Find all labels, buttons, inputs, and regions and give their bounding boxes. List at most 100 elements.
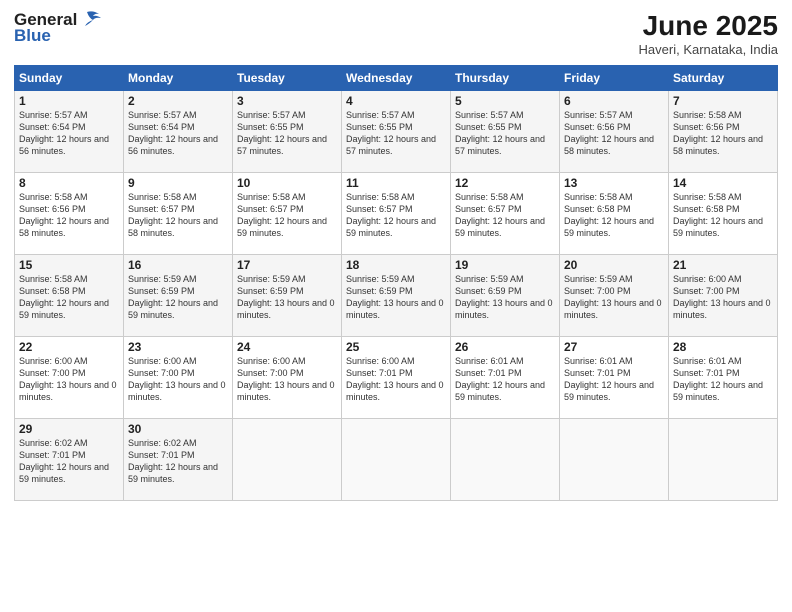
day-info: Sunrise: 5:58 AMSunset: 6:57 PMDaylight:… — [346, 191, 446, 240]
calendar-day-header: Wednesday — [342, 66, 451, 91]
day-info: Sunrise: 5:57 AMSunset: 6:55 PMDaylight:… — [455, 109, 555, 158]
calendar-day-cell: 4Sunrise: 5:57 AMSunset: 6:55 PMDaylight… — [342, 91, 451, 173]
calendar-day-cell: 20Sunrise: 5:59 AMSunset: 7:00 PMDayligh… — [560, 255, 669, 337]
calendar-day-cell: 29Sunrise: 6:02 AMSunset: 7:01 PMDayligh… — [15, 419, 124, 501]
day-info: Sunrise: 5:58 AMSunset: 6:58 PMDaylight:… — [19, 273, 119, 322]
calendar-day-header: Friday — [560, 66, 669, 91]
day-number: 4 — [346, 94, 446, 108]
day-info: Sunrise: 5:59 AMSunset: 6:59 PMDaylight:… — [455, 273, 555, 322]
calendar-day-cell — [451, 419, 560, 501]
calendar-day-cell: 2Sunrise: 5:57 AMSunset: 6:54 PMDaylight… — [124, 91, 233, 173]
calendar-day-cell: 8Sunrise: 5:58 AMSunset: 6:56 PMDaylight… — [15, 173, 124, 255]
day-number: 18 — [346, 258, 446, 272]
day-info: Sunrise: 5:59 AMSunset: 6:59 PMDaylight:… — [346, 273, 446, 322]
calendar-day-header: Thursday — [451, 66, 560, 91]
calendar-day-cell: 18Sunrise: 5:59 AMSunset: 6:59 PMDayligh… — [342, 255, 451, 337]
calendar-day-header: Saturday — [669, 66, 778, 91]
calendar-day-cell: 1Sunrise: 5:57 AMSunset: 6:54 PMDaylight… — [15, 91, 124, 173]
day-number: 26 — [455, 340, 555, 354]
calendar-day-cell: 10Sunrise: 5:58 AMSunset: 6:57 PMDayligh… — [233, 173, 342, 255]
day-info: Sunrise: 5:57 AMSunset: 6:56 PMDaylight:… — [564, 109, 664, 158]
day-number: 13 — [564, 176, 664, 190]
day-info: Sunrise: 6:02 AMSunset: 7:01 PMDaylight:… — [128, 437, 228, 486]
day-info: Sunrise: 6:00 AMSunset: 7:01 PMDaylight:… — [346, 355, 446, 404]
calendar-day-cell: 17Sunrise: 5:59 AMSunset: 6:59 PMDayligh… — [233, 255, 342, 337]
calendar-day-cell — [669, 419, 778, 501]
day-number: 14 — [673, 176, 773, 190]
day-number: 2 — [128, 94, 228, 108]
day-number: 16 — [128, 258, 228, 272]
day-number: 23 — [128, 340, 228, 354]
day-number: 24 — [237, 340, 337, 354]
calendar-day-cell: 26Sunrise: 6:01 AMSunset: 7:01 PMDayligh… — [451, 337, 560, 419]
calendar-day-cell: 9Sunrise: 5:58 AMSunset: 6:57 PMDaylight… — [124, 173, 233, 255]
day-number: 15 — [19, 258, 119, 272]
day-info: Sunrise: 5:58 AMSunset: 6:58 PMDaylight:… — [564, 191, 664, 240]
logo-blue-text: Blue — [14, 26, 51, 46]
day-info: Sunrise: 6:01 AMSunset: 7:01 PMDaylight:… — [455, 355, 555, 404]
calendar-day-header: Sunday — [15, 66, 124, 91]
day-number: 6 — [564, 94, 664, 108]
day-number: 8 — [19, 176, 119, 190]
location: Haveri, Karnataka, India — [639, 42, 778, 57]
day-number: 28 — [673, 340, 773, 354]
calendar-day-cell: 12Sunrise: 5:58 AMSunset: 6:57 PMDayligh… — [451, 173, 560, 255]
day-number: 17 — [237, 258, 337, 272]
calendar-day-cell: 16Sunrise: 5:59 AMSunset: 6:59 PMDayligh… — [124, 255, 233, 337]
day-info: Sunrise: 5:58 AMSunset: 6:57 PMDaylight:… — [128, 191, 228, 240]
calendar-table: SundayMondayTuesdayWednesdayThursdayFrid… — [14, 65, 778, 501]
calendar-day-cell: 22Sunrise: 6:00 AMSunset: 7:00 PMDayligh… — [15, 337, 124, 419]
calendar-week-row: 22 Sunrise: 6:00 AMSunset: 7:00 PMDayligh… — [15, 337, 778, 419]
day-number: 5 — [455, 94, 555, 108]
day-info: Sunrise: 6:01 AMSunset: 7:01 PMDaylight:… — [673, 355, 773, 404]
day-info: Sunrise: 5:59 AMSunset: 6:59 PMDaylight:… — [237, 273, 337, 322]
day-number: 3 — [237, 94, 337, 108]
day-info: Sunrise: 5:57 AMSunset: 6:55 PMDaylight:… — [346, 109, 446, 158]
day-info: Sunrise: 5:58 AMSunset: 6:58 PMDaylight:… — [673, 191, 773, 240]
calendar-day-cell — [560, 419, 669, 501]
day-info: Sunrise: 5:59 AMSunset: 6:59 PMDaylight:… — [128, 273, 228, 322]
day-info: Sunrise: 5:58 AMSunset: 6:57 PMDaylight:… — [237, 191, 337, 240]
month-year: June 2025 — [639, 10, 778, 42]
logo: General Blue — [14, 10, 101, 46]
day-info: Sunrise: 6:02 AMSunset: 7:01 PMDaylight:… — [19, 437, 119, 486]
day-info: Sunrise: 5:57 AMSunset: 6:55 PMDaylight:… — [237, 109, 337, 158]
calendar-day-cell: 11Sunrise: 5:58 AMSunset: 6:57 PMDayligh… — [342, 173, 451, 255]
day-number: 10 — [237, 176, 337, 190]
calendar-day-cell: 3Sunrise: 5:57 AMSunset: 6:55 PMDaylight… — [233, 91, 342, 173]
day-number: 30 — [128, 422, 228, 436]
day-info: Sunrise: 6:00 AMSunset: 7:00 PMDaylight:… — [673, 273, 773, 322]
day-info: Sunrise: 6:00 AMSunset: 7:00 PMDaylight:… — [128, 355, 228, 404]
calendar-day-cell: 25Sunrise: 6:00 AMSunset: 7:01 PMDayligh… — [342, 337, 451, 419]
day-info: Sunrise: 5:57 AMSunset: 6:54 PMDaylight:… — [19, 109, 119, 158]
calendar-day-header: Tuesday — [233, 66, 342, 91]
day-info: Sunrise: 5:57 AMSunset: 6:54 PMDaylight:… — [128, 109, 228, 158]
day-info: Sunrise: 5:59 AMSunset: 7:00 PMDaylight:… — [564, 273, 664, 322]
calendar-week-row: 15Sunrise: 5:58 AMSunset: 6:58 PMDayligh… — [15, 255, 778, 337]
calendar-header-row: SundayMondayTuesdayWednesdayThursdayFrid… — [15, 66, 778, 91]
calendar-week-row: 1Sunrise: 5:57 AMSunset: 6:54 PMDaylight… — [15, 91, 778, 173]
calendar-day-header: Monday — [124, 66, 233, 91]
day-number: 22 — [19, 340, 119, 354]
calendar-day-cell — [233, 419, 342, 501]
calendar-day-cell: 15Sunrise: 5:58 AMSunset: 6:58 PMDayligh… — [15, 255, 124, 337]
day-info: Sunrise: 5:58 AMSunset: 6:57 PMDaylight:… — [455, 191, 555, 240]
title-block: June 2025 Haveri, Karnataka, India — [639, 10, 778, 57]
calendar-day-cell: 21Sunrise: 6:00 AMSunset: 7:00 PMDayligh… — [669, 255, 778, 337]
calendar-day-cell: 28Sunrise: 6:01 AMSunset: 7:01 PMDayligh… — [669, 337, 778, 419]
calendar-day-cell: 13Sunrise: 5:58 AMSunset: 6:58 PMDayligh… — [560, 173, 669, 255]
page-header: General Blue June 2025 Haveri, Karnataka… — [14, 10, 778, 57]
calendar-day-cell: 7Sunrise: 5:58 AMSunset: 6:56 PMDaylight… — [669, 91, 778, 173]
calendar-day-cell — [342, 419, 451, 501]
day-number: 27 — [564, 340, 664, 354]
day-number: 29 — [19, 422, 119, 436]
day-number: 25 — [346, 340, 446, 354]
day-info: Sunrise: 5:58 AMSunset: 6:56 PMDaylight:… — [673, 109, 773, 158]
day-info: Sunrise: 6:01 AMSunset: 7:01 PMDaylight:… — [564, 355, 664, 404]
day-number: 21 — [673, 258, 773, 272]
day-number: 9 — [128, 176, 228, 190]
calendar-week-row: 29Sunrise: 6:02 AMSunset: 7:01 PMDayligh… — [15, 419, 778, 501]
day-number: 11 — [346, 176, 446, 190]
logo-bird-icon — [79, 10, 101, 28]
calendar-day-cell: 23Sunrise: 6:00 AMSunset: 7:00 PMDayligh… — [124, 337, 233, 419]
